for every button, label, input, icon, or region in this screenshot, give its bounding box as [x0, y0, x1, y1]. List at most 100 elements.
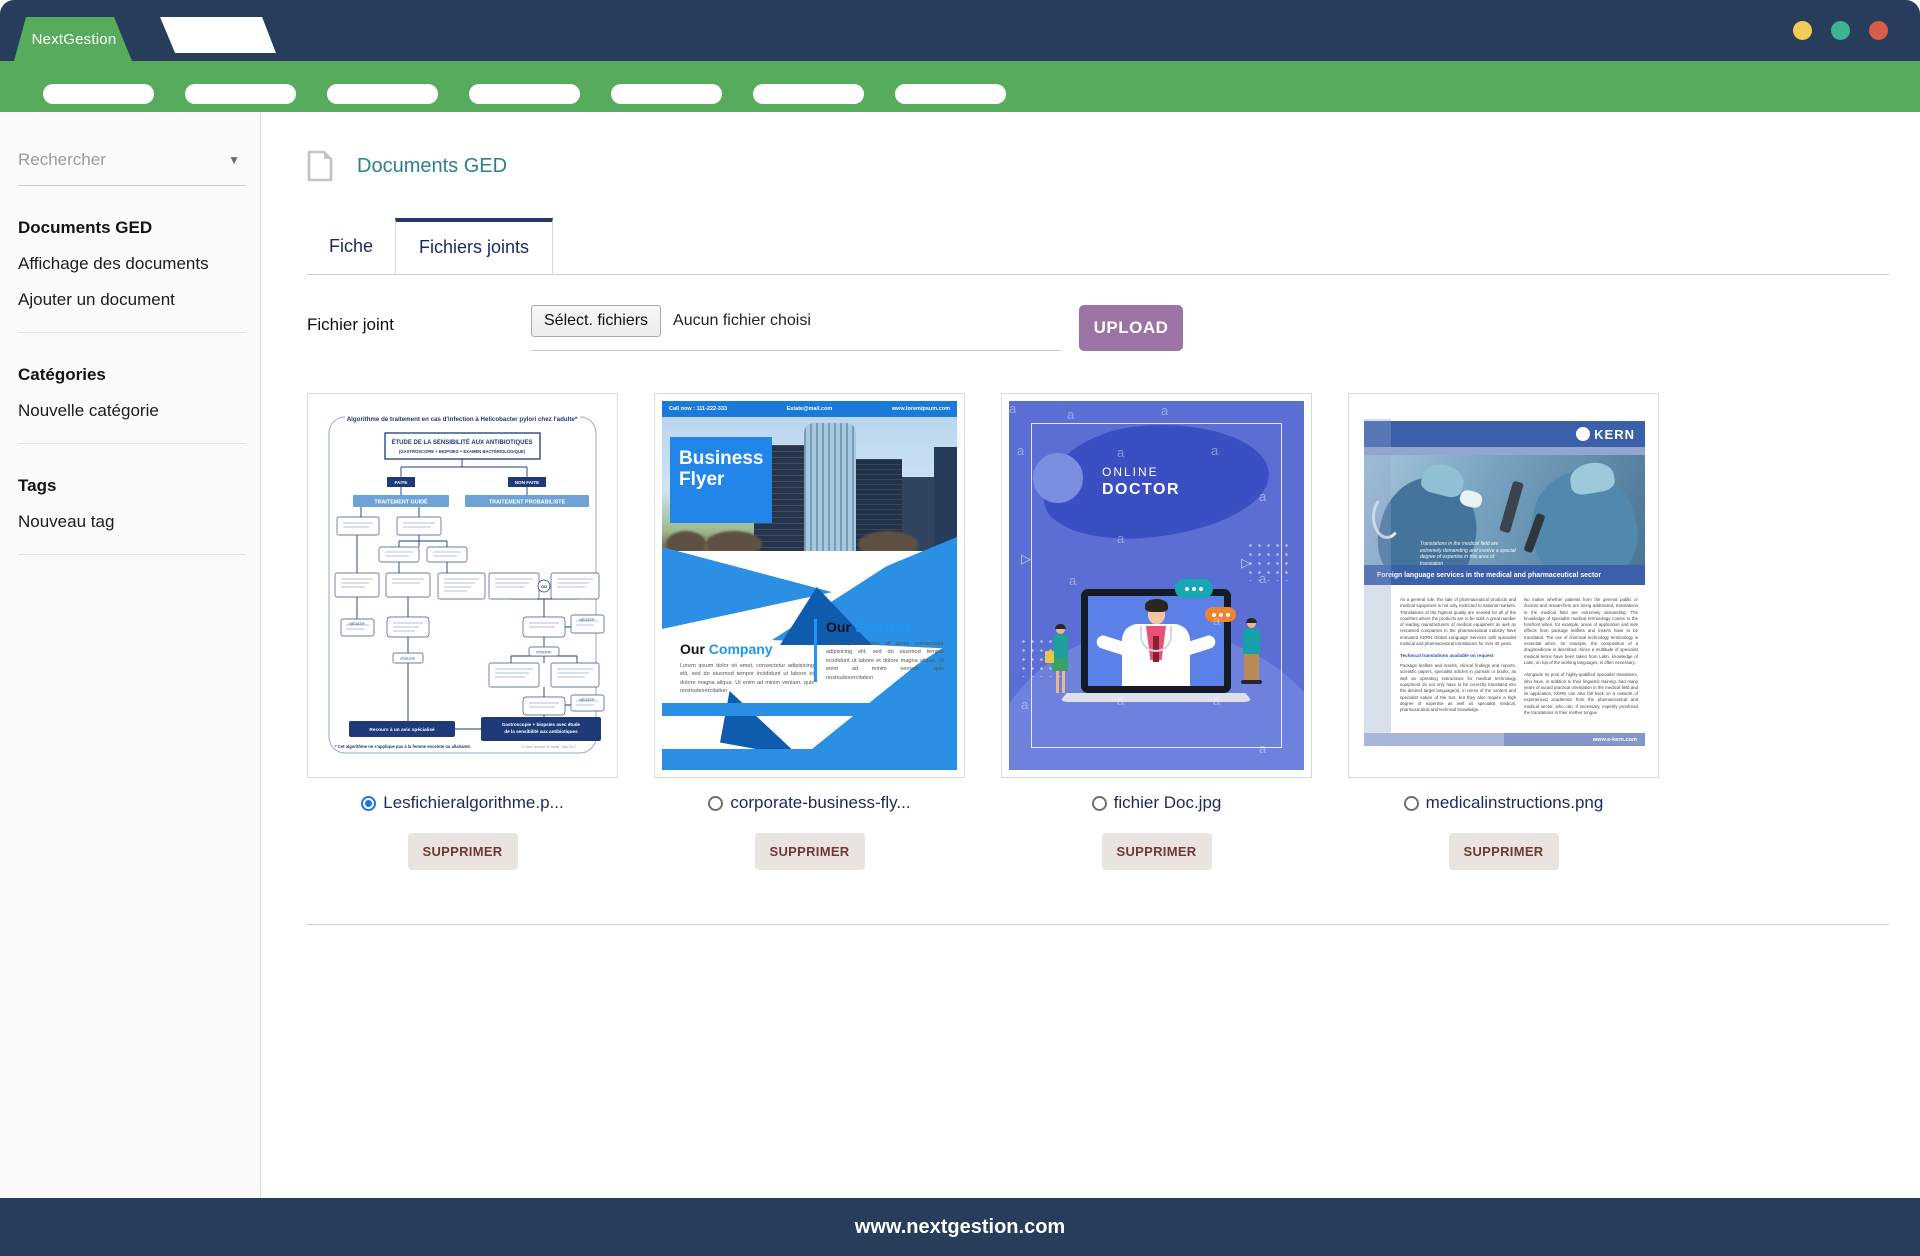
file-radio[interactable]: [1404, 796, 1419, 811]
flyer-services-block: Our Services Lorem ipsum dolor sit amet,…: [814, 619, 944, 682]
nav-pill[interactable]: [327, 84, 438, 104]
sidebar-divider: [18, 554, 246, 555]
flowchart-non-faite: NON FAITE: [515, 480, 540, 485]
nav-pill[interactable]: [185, 84, 296, 104]
kern-caption: Translations in the medical field are ex…: [1420, 541, 1516, 565]
sidebar-divider: [18, 332, 246, 333]
attachments-grid: Algorithme de traitement en cas d'infect…: [307, 393, 1889, 870]
tab-fiche[interactable]: Fiche: [307, 218, 395, 274]
file-card: ▷ ▷ ONLINE DOCTOR: [1001, 393, 1312, 870]
file-input[interactable]: Sélect. fichiers Aucun fichier choisi: [531, 305, 1061, 351]
flowchart-faite: FAITE: [394, 480, 407, 485]
file-card: Call now : 111-222-333 Estate@mail.com w…: [654, 393, 965, 870]
select-files-button[interactable]: Sélect. fichiers: [531, 305, 661, 337]
kern-column-1: As a general rule, the sale of pharmaceu…: [1400, 597, 1516, 713]
nav-pill[interactable]: [469, 84, 580, 104]
upload-row: Fichier joint Sélect. fichiers Aucun fic…: [307, 305, 1889, 351]
sidebar-heading-documents: Documents GED: [18, 218, 246, 238]
flowchart-bottom-right-2: de la sensibilité aux antibiotiques: [504, 729, 578, 734]
patient-illustration: [1239, 619, 1263, 684]
thumbnail-card: Call now : 111-222-333 Estate@mail.com w…: [654, 393, 965, 778]
upload-label: Fichier joint: [307, 305, 531, 335]
sidebar-item-ajouter[interactable]: Ajouter un document: [18, 290, 246, 310]
kern-thumbnail: K KERN: [1356, 401, 1651, 770]
flowchart-credit: © Haute Autorité de Santé - Mai 2017: [521, 745, 576, 749]
delete-button[interactable]: SUPPRIMER: [1102, 833, 1212, 870]
brand-name: NextGestion: [32, 31, 117, 48]
no-file-text: Aucun fichier choisi: [673, 312, 811, 330]
flyer-email: Estate@mail.com: [787, 406, 833, 412]
flowchart-bottom-left: Recours à un avis spécialisé: [369, 727, 435, 733]
file-radio[interactable]: [708, 796, 723, 811]
flowchart-negatif: NÉGATIF: [349, 621, 365, 626]
kern-header: K KERN: [1364, 421, 1645, 447]
window-dot-red[interactable]: [1869, 21, 1888, 40]
tab-fichiers-joints[interactable]: Fichiers joints: [395, 218, 553, 274]
doctor-thumbnail: ▷ ▷ ONLINE DOCTOR: [1009, 401, 1304, 770]
flowchart-footnote: * Cet algorithme ne s'applique pas à la …: [335, 744, 471, 749]
flowchart-positif: POSITIF: [536, 650, 552, 655]
flowchart-negatif: NÉGATIF: [579, 617, 595, 622]
chat-bubble-icon: [1205, 607, 1236, 622]
flyer-thumbnail: Call now : 111-222-333 Estate@mail.com w…: [662, 401, 957, 770]
doctor-title: ONLINE DOCTOR: [1102, 465, 1180, 499]
flyer-web: www.loremipsum.com: [892, 406, 950, 412]
upload-button[interactable]: UPLOAD: [1079, 305, 1183, 351]
header-flag-shape: [160, 17, 276, 53]
footer: www.nextgestion.com: [0, 1198, 1920, 1256]
window-dot-yellow[interactable]: [1793, 21, 1812, 40]
sidebar-item-nouveau-tag[interactable]: Nouveau tag: [18, 512, 246, 532]
section-divider: [307, 924, 1889, 925]
main-panel: Documents GED Fiche Fichiers joints Fich…: [261, 112, 1920, 1198]
title-bar: NextGestion: [0, 0, 1920, 61]
flowchart-traitement-guide: TRAITEMENT GUIDÉ: [374, 498, 428, 506]
kern-brand: KERN: [1594, 427, 1635, 442]
app-window: NextGestion Rechercher ▼ Documents GED A…: [0, 0, 1920, 1256]
file-name[interactable]: corporate-business-fly...: [730, 793, 910, 813]
kern-photo: Translations in the medical field are ex…: [1364, 455, 1645, 565]
flyer-contact-bar: Call now : 111-222-333 Estate@mail.com w…: [662, 401, 957, 417]
nav-pill[interactable]: [43, 84, 154, 104]
page-title: Documents GED: [357, 155, 507, 178]
file-radio[interactable]: [361, 796, 376, 811]
file-card: Algorithme de traitement en cas d'infect…: [307, 393, 618, 870]
kern-headline-band: Foreign language services in the medical…: [1364, 565, 1645, 585]
flowchart-bottom-right-1: Gastroscopie + biopsies avec étude: [502, 722, 581, 727]
sidebar-item-affichage[interactable]: Affichage des documents: [18, 254, 246, 274]
triangle-decoration: ▷: [1021, 551, 1031, 567]
flowchart-thumbnail: Algorithme de traitement en cas d'infect…: [315, 401, 610, 770]
window-controls: [1793, 21, 1888, 40]
file-name[interactable]: Lesfichieralgorithme.p...: [383, 793, 563, 813]
thumbnail-card: ▷ ▷ ONLINE DOCTOR: [1001, 393, 1312, 778]
delete-button[interactable]: SUPPRIMER: [755, 833, 865, 870]
kern-column-2: No matter whether patients from the gene…: [1524, 597, 1638, 716]
search-input[interactable]: Rechercher ▼: [18, 150, 246, 186]
flowchart-mainbox-l1: ÉTUDE DE LA SENSIBILITÉ AUX ANTIBIOTIQUE…: [391, 438, 532, 446]
file-radio[interactable]: [1092, 796, 1107, 811]
delete-button[interactable]: SUPPRIMER: [1449, 833, 1559, 870]
flowchart-ou: OU: [541, 584, 547, 589]
window-dot-teal[interactable]: [1831, 21, 1850, 40]
nav-pill[interactable]: [753, 84, 864, 104]
sidebar: Rechercher ▼ Documents GED Affichage des…: [0, 112, 261, 1198]
brand-logo[interactable]: NextGestion: [14, 17, 142, 61]
chat-bubble-icon: [1175, 579, 1213, 598]
kern-logo-icon: K: [1576, 427, 1590, 441]
nav-pill[interactable]: [895, 84, 1006, 104]
chevron-down-icon[interactable]: ▼: [228, 153, 240, 167]
flowchart-mainbox-l2: (GASTROSCOPIE + BIOPSIES + EXAMEN BACTÉR…: [399, 449, 526, 454]
tab-bar: Fiche Fichiers joints: [307, 218, 1889, 275]
file-name[interactable]: fichier Doc.jpg: [1114, 793, 1222, 813]
flyer-company-block: Our Company Lorem ipsum dolor sit amet, …: [680, 641, 814, 696]
sidebar-item-nouvelle-categorie[interactable]: Nouvelle catégorie: [18, 401, 246, 421]
flowchart-negatif: NÉGATIF: [579, 697, 595, 702]
delete-button[interactable]: SUPPRIMER: [408, 833, 518, 870]
nav-pill[interactable]: [611, 84, 722, 104]
sidebar-heading-tags: Tags: [18, 476, 246, 496]
thumbnail-card: K KERN: [1348, 393, 1659, 778]
file-name[interactable]: medicalinstructions.png: [1426, 793, 1604, 813]
file-card: K KERN: [1348, 393, 1659, 870]
flowchart-traitement-probabiliste: TRAITEMENT PROBABILISTE: [489, 500, 566, 506]
search-placeholder: Rechercher: [18, 150, 106, 170]
thumbnail-card: Algorithme de traitement en cas d'infect…: [307, 393, 618, 778]
